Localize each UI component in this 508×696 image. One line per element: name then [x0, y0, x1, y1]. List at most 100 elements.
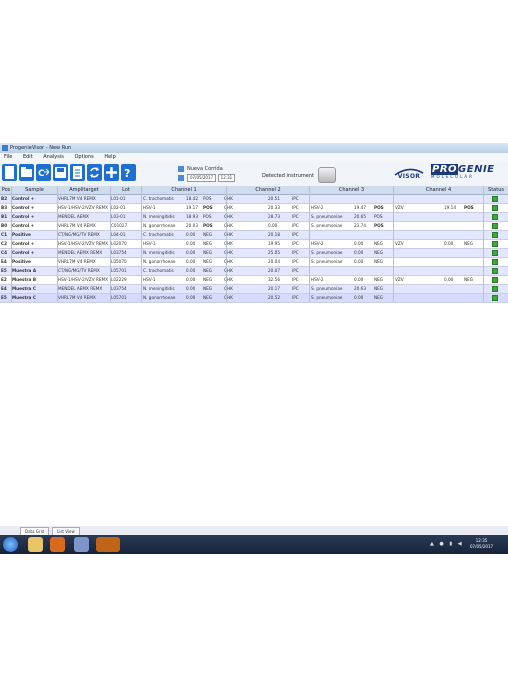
report-button[interactable]: [70, 164, 85, 181]
cell-ch3-target: S. pneumoniae: [311, 250, 343, 255]
app-window: ProgenieVisor - New Run File Edit Analys…: [0, 143, 508, 554]
status-check-icon[interactable]: [492, 250, 498, 256]
send-icon: C: [38, 168, 49, 179]
table-row[interactable]: E4 Muestra C MENDEL AEMX REMX L03754 N. meni…: [0, 285, 508, 294]
help-button[interactable]: ?: [121, 164, 136, 181]
cell-sample: Muestra C: [12, 286, 36, 291]
menu-options[interactable]: Options: [74, 154, 93, 160]
status-check-icon[interactable]: [492, 214, 498, 220]
status-check-icon[interactable]: [492, 268, 498, 274]
cell-lot: L01-01: [111, 196, 126, 201]
media-icon[interactable]: [50, 537, 65, 552]
table-row[interactable]: E5 Muestra C VHRL7M V4 REMX L05701 N. gonorr…: [0, 294, 508, 303]
table-row[interactable]: E5 Muestra A CT/NG/MG/TV REMX L05701 C. trac…: [0, 267, 508, 276]
cell-ch4-target: [395, 285, 435, 293]
column-divider: [483, 186, 484, 302]
send-button[interactable]: C: [36, 164, 51, 181]
table-row[interactable]: C2 Control + HSV-1/HSV-2/VZV REMX L02070 HSV…: [0, 240, 508, 249]
cell-ch1-target: N. meningitidis: [143, 286, 175, 291]
table-row[interactable]: C1 Positive CT/NG/MG/TV REMX L04-01 C. trach…: [0, 231, 508, 240]
cell-amplitarget: VHRL7M V4 REMX: [58, 295, 96, 300]
cell-lot: L02-01: [111, 205, 126, 210]
cell-ch3-target: HSV-2: [311, 241, 324, 246]
status-check-icon[interactable]: [492, 259, 498, 265]
cell-lot: L05701: [111, 268, 127, 273]
cell-ch3-value: 19.47: [354, 205, 366, 210]
col-channel-3[interactable]: Channel 3: [310, 186, 393, 194]
status-check-icon[interactable]: [492, 295, 498, 301]
status-check-icon[interactable]: [492, 205, 498, 211]
col-channel-4[interactable]: Channel 4: [394, 186, 483, 194]
cell-ch1-target: N. gonorrhoeae: [143, 223, 176, 228]
cell-ch3-value: 0.00: [354, 259, 364, 264]
menu-analysis[interactable]: Analysis: [43, 154, 64, 160]
table-row[interactable]: C4 Control + MENDEL AEMX REMX L03754 N. meni…: [0, 249, 508, 258]
cell-ch3-result: NEG: [374, 286, 384, 291]
save-button[interactable]: [53, 164, 68, 181]
col-amplitarget[interactable]: Amplitarget: [58, 186, 110, 194]
cell-sample: Muestra A: [12, 268, 37, 273]
new-button[interactable]: [2, 164, 17, 181]
column-divider: [11, 186, 12, 302]
visor-taskbar-icon[interactable]: [96, 537, 120, 552]
clock[interactable]: 12:35 07/05/2017: [470, 538, 493, 550]
status-check-icon[interactable]: [492, 277, 498, 283]
start-icon[interactable]: [3, 537, 18, 552]
add-button[interactable]: [104, 164, 119, 181]
cell-ch1-value: 0.00: [186, 277, 196, 282]
cell-ch4-target: [395, 222, 435, 230]
menu-help[interactable]: Help: [104, 154, 115, 160]
status-check-icon[interactable]: [492, 223, 498, 229]
cell-ch3-value: 23.74: [354, 223, 366, 228]
cell-ch3-target: [311, 267, 353, 275]
table-row[interactable]: B0 Control + VHRL7M V4 REMX C01027 N. gonorr…: [0, 222, 508, 231]
table-row[interactable]: B2 Control + VHRL7M V4 REMX L01-01 C. tracho…: [0, 195, 508, 204]
cell-ch4-value: [444, 222, 460, 230]
col-sample[interactable]: Sample: [12, 186, 57, 194]
menu-edit[interactable]: Edit: [23, 154, 33, 160]
run-icon: [178, 165, 184, 172]
app-icon: [2, 145, 8, 151]
table-row[interactable]: B3 Control + HSV-1/HSV-2/VZV REMX L02-01 HSV…: [0, 204, 508, 213]
menu-file[interactable]: File: [4, 154, 12, 160]
cell-amplitarget: HSV-1/HSV-2/VZV REMX: [58, 205, 108, 210]
cell-lot: L02070: [111, 241, 127, 246]
status-check-icon[interactable]: [492, 241, 498, 247]
run-time-field[interactable]: 12:31: [217, 174, 236, 182]
cell-pos: B0: [1, 223, 8, 228]
cell-pos: E2: [1, 277, 7, 282]
cell-ch3-result: POS: [374, 223, 384, 228]
cell-ch1-target: C. trachomatis: [143, 196, 174, 201]
folder-icon[interactable]: [28, 537, 43, 552]
window-title: ProgenieVisor - New Run: [10, 145, 72, 151]
cell-lot: L03754: [111, 250, 127, 255]
tray-icons[interactable]: ▲ ● ▮ ◀: [430, 541, 464, 547]
cell-ch4-result: [464, 267, 478, 275]
status-check-icon[interactable]: [492, 286, 498, 292]
col-channel-1[interactable]: Channel 1: [142, 186, 226, 194]
results-grid: Pos Sample Amplitarget Lot Channel 1 Cha…: [0, 186, 508, 303]
status-check-icon[interactable]: [492, 232, 498, 238]
new-icon: [5, 166, 14, 179]
app-taskbar-icon[interactable]: [74, 537, 89, 552]
status-check-icon[interactable]: [492, 196, 498, 202]
cell-lot: C01027: [111, 223, 128, 228]
refresh-button[interactable]: [87, 164, 102, 181]
run-name: Nueva Corrida: [187, 166, 223, 172]
table-row[interactable]: E4 Positive VHRL7M V4 REMX L05070 N. gonorrh…: [0, 258, 508, 267]
cell-ch2-result: IPC: [292, 250, 299, 255]
cell-pos: E5: [1, 268, 7, 273]
col-lot[interactable]: Lot: [111, 186, 141, 194]
run-date-field[interactable]: 07/05/2017: [187, 174, 217, 182]
col-channel-2[interactable]: Channel 2: [227, 186, 309, 194]
open-button[interactable]: [19, 164, 34, 181]
table-row[interactable]: B1 Control + MENDEL AEMX L03-01 N. meningiti…: [0, 213, 508, 222]
table-row[interactable]: E2 Muestra B HSV-1/HSV-2/VZV REMX L02229 HSV…: [0, 276, 508, 285]
col-pos[interactable]: Pos: [1, 186, 11, 194]
col-status[interactable]: Status: [484, 186, 508, 194]
cell-ch1-result: POS: [203, 205, 213, 210]
cell-ch3-value: 0.00: [354, 277, 364, 282]
calendar-icon: [178, 174, 184, 181]
cell-ch2-value: 20.04: [268, 259, 280, 264]
cell-ch4-result: [464, 294, 478, 302]
